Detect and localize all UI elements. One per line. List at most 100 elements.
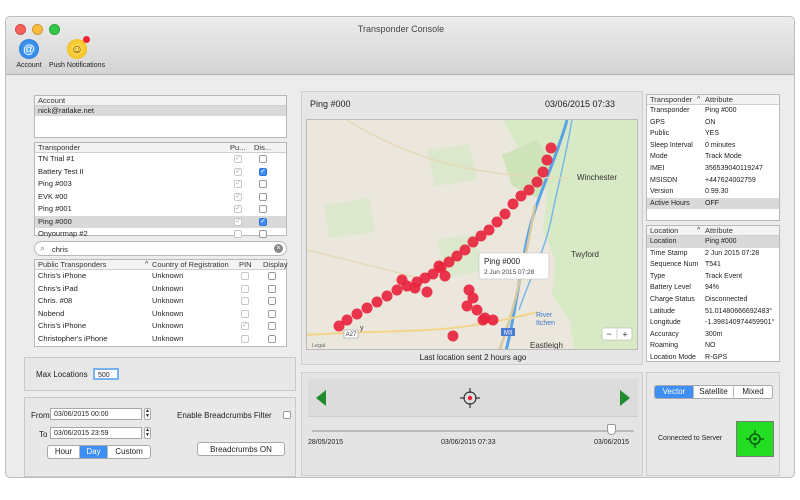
track-point[interactable] bbox=[421, 286, 433, 298]
track-point[interactable] bbox=[396, 274, 408, 286]
track-point[interactable] bbox=[461, 300, 473, 312]
display-checkbox[interactable] bbox=[268, 309, 276, 318]
track-point[interactable] bbox=[541, 154, 553, 166]
attribute-col-header[interactable]: Attribute bbox=[705, 95, 733, 105]
from-date-field[interactable]: 03/06/2015 00:00 bbox=[50, 408, 142, 420]
to-stepper[interactable]: ▲ ▼ bbox=[144, 427, 151, 439]
track-point[interactable] bbox=[479, 312, 491, 324]
account-toolbar-button[interactable]: @ Account bbox=[12, 39, 46, 69]
public-transponder-row[interactable]: Chris. #08 Unknown bbox=[35, 295, 286, 308]
attribute-row[interactable]: GPS ON bbox=[647, 117, 779, 129]
pin-checkbox[interactable] bbox=[241, 309, 249, 318]
sort-ascending-icon[interactable]: ^ bbox=[145, 260, 148, 270]
attribute-row[interactable]: Active Hours OFF bbox=[647, 197, 779, 210]
country-col-header[interactable]: Country of Registration bbox=[152, 260, 229, 270]
pin-checkbox[interactable]: ✓ bbox=[241, 322, 249, 330]
attribute-row[interactable]: Battery Level 94% bbox=[647, 282, 779, 294]
attribute-row[interactable]: Type Track Event bbox=[647, 271, 779, 283]
track-point[interactable] bbox=[531, 176, 543, 188]
track-point[interactable] bbox=[381, 290, 393, 302]
pin-col-header[interactable]: PIN bbox=[239, 260, 252, 270]
next-arrow-icon[interactable] bbox=[620, 390, 630, 406]
search-input[interactable]: chris bbox=[52, 245, 68, 254]
track-point[interactable] bbox=[507, 198, 519, 210]
transponder-row[interactable]: Ping #001 ✓ bbox=[35, 203, 286, 216]
search-field[interactable]: ⌕ chris × bbox=[34, 241, 287, 256]
track-point[interactable] bbox=[391, 284, 403, 296]
transponder-row[interactable]: Onyourmap #2 bbox=[35, 228, 286, 241]
pin-checkbox[interactable] bbox=[241, 334, 249, 343]
zoom-out-button[interactable]: − bbox=[606, 329, 611, 339]
attribute-row[interactable]: Latitude 51.01480666692483° bbox=[647, 306, 779, 318]
sort-ascending-icon[interactable]: ^ bbox=[697, 95, 700, 105]
public-col-header[interactable]: Pu... bbox=[230, 143, 245, 153]
transponder-row[interactable]: EVK #00 ✓ bbox=[35, 191, 286, 204]
track-point[interactable] bbox=[467, 236, 479, 248]
segment-hour[interactable]: Hour bbox=[48, 446, 80, 458]
public-checkbox[interactable] bbox=[234, 230, 242, 238]
display-checkbox[interactable] bbox=[268, 334, 276, 343]
timeline-track[interactable] bbox=[312, 430, 634, 432]
display-checkbox[interactable] bbox=[268, 272, 276, 280]
zoom-in-button[interactable]: + bbox=[622, 330, 627, 340]
track-point[interactable] bbox=[537, 166, 549, 178]
attribute-row[interactable]: Accuracy 300m bbox=[647, 329, 779, 341]
location-attr-col-header[interactable]: Location bbox=[650, 226, 678, 235]
clear-search-icon[interactable]: × bbox=[274, 244, 283, 253]
track-point[interactable] bbox=[361, 302, 373, 314]
track-point[interactable] bbox=[409, 282, 421, 294]
sort-ascending-icon[interactable]: ^ bbox=[697, 226, 700, 236]
breadcrumbs-button[interactable]: Breadcrumbs ON bbox=[197, 442, 285, 456]
track-point[interactable] bbox=[471, 304, 483, 316]
segment-vector[interactable]: Vector bbox=[655, 386, 694, 398]
segment-satellite[interactable]: Satellite bbox=[694, 386, 734, 398]
display-checkbox[interactable] bbox=[268, 297, 276, 305]
attribute-col-header[interactable]: Attribute bbox=[705, 226, 733, 236]
pin-checkbox[interactable] bbox=[241, 297, 249, 305]
attribute-row[interactable]: Longitude -1.398140974459901° bbox=[647, 317, 779, 329]
display-checkbox[interactable] bbox=[259, 230, 267, 238]
attribute-row[interactable]: Transponder Ping #000 bbox=[647, 105, 779, 117]
public-checkbox[interactable]: ✓ bbox=[234, 167, 242, 176]
attribute-row[interactable]: Sequence Num T541 bbox=[647, 259, 779, 271]
track-point[interactable] bbox=[491, 216, 503, 228]
track-point[interactable] bbox=[545, 142, 557, 154]
public-transponder-row[interactable]: Chris's iPad Unknown bbox=[35, 283, 286, 296]
transponder-row[interactable]: TN Trial #1 ✓ bbox=[35, 153, 286, 166]
public-transponder-row[interactable]: Chris's iPhone Unknown bbox=[35, 270, 286, 283]
map-view[interactable]: A27 M3 Winchester Twyford River Itchen E… bbox=[306, 119, 638, 350]
transponder-attr-col-header[interactable]: Transponder bbox=[650, 95, 692, 104]
display-checkbox[interactable]: ✓ bbox=[259, 217, 267, 226]
track-point[interactable] bbox=[515, 190, 527, 202]
attribute-row[interactable]: MSISDN +447624002759 bbox=[647, 175, 779, 187]
account-row[interactable]: nick@ratlake.net bbox=[35, 106, 286, 116]
crosshair-icon[interactable] bbox=[460, 388, 480, 408]
attribute-row[interactable]: Time Stamp 2 Jun 2015 07:28 bbox=[647, 248, 779, 260]
push-notifications-toolbar-button[interactable]: ☺ Push Notifications bbox=[46, 36, 108, 69]
transponder-row[interactable]: Battery Test II ✓ ✓ bbox=[35, 166, 286, 179]
attribute-row[interactable]: Location Mode R-GPS bbox=[647, 352, 779, 364]
track-point[interactable] bbox=[351, 308, 363, 320]
transponder-row[interactable]: Ping #003 ✓ bbox=[35, 178, 286, 191]
track-point[interactable] bbox=[433, 260, 445, 272]
attribute-row[interactable]: Public YES bbox=[647, 128, 779, 140]
display-col-header[interactable]: Display bbox=[263, 260, 288, 270]
public-checkbox[interactable]: ✓ bbox=[234, 205, 242, 213]
segment-custom[interactable]: Custom bbox=[108, 446, 150, 458]
attribute-row[interactable]: IMEI 356539040119247 bbox=[647, 163, 779, 175]
display-checkbox[interactable]: ✓ bbox=[259, 167, 267, 176]
track-point[interactable] bbox=[499, 208, 511, 220]
public-checkbox[interactable]: ✓ bbox=[234, 180, 242, 188]
display-col-header[interactable]: Dis... bbox=[254, 143, 271, 153]
location-popup[interactable]: Ping #000 2 Jun 2015 07:28 bbox=[478, 252, 550, 280]
segment-day[interactable]: Day bbox=[80, 446, 108, 458]
track-point[interactable] bbox=[371, 296, 383, 308]
attribute-row[interactable]: Roaming NO bbox=[647, 340, 779, 352]
timeline-slider-thumb[interactable] bbox=[607, 424, 617, 435]
public-transponder-row[interactable]: Nobend Unknown bbox=[35, 308, 286, 321]
map-legal-link[interactable]: Legal bbox=[312, 343, 325, 349]
display-checkbox[interactable] bbox=[259, 180, 267, 188]
public-name-col-header[interactable]: Public Transponders bbox=[38, 260, 106, 269]
pin-checkbox[interactable] bbox=[241, 272, 249, 280]
attribute-row[interactable]: Charge Status Disconnected bbox=[647, 294, 779, 306]
